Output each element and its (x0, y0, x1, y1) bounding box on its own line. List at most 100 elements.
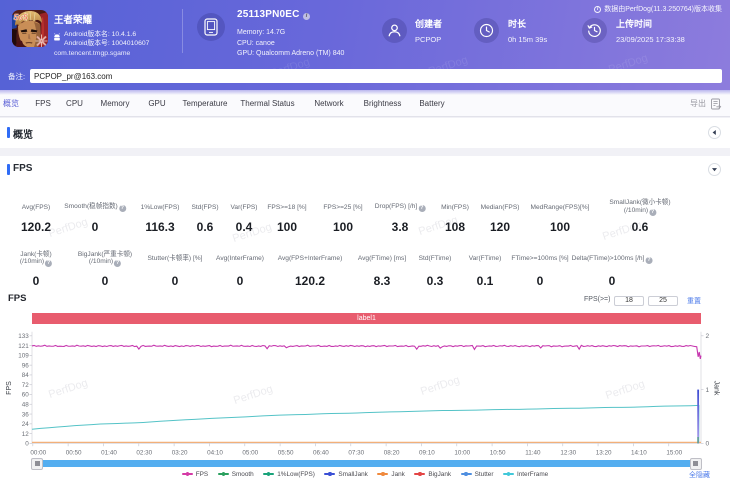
app-version-code-label: Android版本号: (64, 40, 112, 47)
stat-value: 100 (323, 220, 362, 234)
remark-label: 备注: (8, 71, 25, 82)
creator-icon-circle (382, 18, 407, 43)
stat-Median-FPS-: Median(FPS)120 (481, 200, 520, 234)
chart-annotation-band: label1 (32, 313, 701, 325)
stat-value: 0.6 (191, 220, 218, 234)
svg-text:1: 1 (706, 387, 710, 394)
stat-Drop-FPS-h-: Drop(FPS) [/h]?3.8 (375, 200, 426, 234)
legend-label: BigJank (428, 471, 451, 478)
fps-chart[interactable]: 0122436486072849610912113301200:0000:500… (0, 325, 730, 458)
collect-info-text: 数据由PerfDog(11.3.250764)版本收集 (604, 4, 722, 14)
svg-text:07:30: 07:30 (348, 450, 364, 457)
help-icon[interactable]: ? (418, 205, 425, 212)
stat-value: 0.4 (231, 220, 258, 234)
stat-label: FTime>=100ms [%] (511, 251, 568, 267)
report-header: i 数据由PerfDog(11.3.250764)版本收集 (0, 0, 730, 90)
svg-text:04:10: 04:10 (207, 450, 223, 457)
hide-all-link[interactable]: 全隐藏 (689, 470, 710, 480)
upload-icon-circle (582, 18, 607, 43)
legend-item-InterFrame[interactable]: InterFrame (503, 471, 548, 478)
chart-scrollbar[interactable] (32, 460, 701, 467)
nav-tab-CPU[interactable]: CPU (66, 90, 83, 116)
stat-label: FPS>=25 [%] (323, 200, 362, 215)
stat-label: Drop(FPS) [/h]? (375, 200, 426, 215)
stat-FTime>=100ms-%-: FTime>=100ms [%] 0 (511, 251, 568, 288)
export-icon[interactable] (710, 97, 722, 115)
nav-tab-Memory[interactable]: Memory (101, 90, 130, 116)
device-icon-circle (197, 13, 225, 41)
nav-tab-GPU[interactable]: GPU (148, 90, 165, 116)
legend-marker (503, 472, 514, 476)
svg-text:12:30: 12:30 (560, 450, 576, 457)
svg-text:48: 48 (22, 401, 30, 408)
history-clock-icon (587, 23, 602, 38)
help-icon[interactable]: ? (45, 260, 52, 267)
stat-value: 0.1 (469, 274, 502, 288)
stat-BigJank-: BigJank(严重卡顿)(/10min)?0 (78, 251, 132, 288)
stat-label: SmallJank(微小卡顿)(/10min)? (609, 200, 670, 215)
help-icon[interactable]: ? (119, 205, 126, 212)
nav-tab-FPS[interactable]: FPS (35, 90, 51, 116)
scrollbar-right-handle[interactable] (690, 458, 702, 470)
legend-item-Smooth[interactable]: Smooth (218, 471, 254, 478)
legend-item-Jank[interactable]: Jank (377, 471, 405, 478)
nav-tab-Temperature[interactable]: Temperature (183, 90, 228, 116)
stat-value: 0 (511, 274, 568, 288)
legend-item-SmallJank[interactable]: SmallJank (324, 471, 367, 478)
legend-label: FPS (196, 471, 208, 478)
app-package: com.tencent.tmgp.sgame (54, 50, 130, 57)
svg-text:10:50: 10:50 (490, 450, 506, 457)
legend-item-BigJank[interactable]: BigJank (414, 471, 451, 478)
fps-threshold-input-1[interactable] (614, 296, 644, 306)
nav-tab-Battery[interactable]: Battery (419, 90, 444, 116)
nav-tab-Brightness[interactable]: Brightness (364, 90, 402, 116)
legend-item-Stutter[interactable]: Stutter (461, 471, 494, 478)
help-icon[interactable]: ? (645, 257, 652, 264)
stat-Avg-InterFrame-: Avg(InterFrame)0 (216, 251, 264, 288)
creator-value: PCPOP (415, 35, 441, 44)
fps-collapse-button[interactable] (708, 163, 721, 176)
scrollbar-left-handle[interactable] (31, 458, 43, 470)
legend-item-1%Low(FPS)[interactable]: 1%Low(FPS) (263, 471, 315, 478)
export-button[interactable]: 导出 (690, 90, 706, 116)
overview-collapse-button[interactable] (708, 126, 721, 139)
svg-text:5v5: 5v5 (14, 12, 28, 22)
stat-label: Avg(InterFrame) (216, 251, 264, 267)
remark-input[interactable] (30, 69, 722, 83)
stat-value: 120 (481, 220, 520, 234)
stat-value: 108 (441, 220, 469, 234)
stat-value: 0 (148, 274, 203, 288)
fps-accent-bar (7, 164, 10, 175)
nav-tab-Network[interactable]: Network (314, 90, 343, 116)
app-version-code-value: 1004010607 (112, 40, 150, 47)
app-icon: 5v5 (12, 10, 48, 47)
svg-text:12: 12 (22, 431, 30, 438)
stat-value: 120.2 (278, 274, 343, 288)
help-icon[interactable]: ? (114, 260, 121, 267)
nav-tab-概览[interactable]: 概览 (3, 90, 19, 116)
stat-Min-FPS-: Min(FPS)108 (441, 200, 469, 234)
device-info-icon[interactable]: i (303, 13, 310, 20)
overview-section-title: 概览 (13, 126, 33, 141)
svg-text:01:40: 01:40 (101, 450, 117, 457)
stat-Smooth-: Smooth(稳帧指数)?0 (64, 200, 126, 234)
stat-Std-FTime-: Std(FTime)0.3 (419, 251, 452, 288)
svg-text:Jank: Jank (713, 381, 720, 396)
stat-Var-FPS-: Var(FPS)0.4 (231, 200, 258, 234)
stat-value: 8.3 (358, 274, 406, 288)
svg-text:11:40: 11:40 (525, 450, 541, 457)
nav-tab-Thermal Status[interactable]: Thermal Status (240, 90, 294, 116)
fps-threshold-input-2[interactable] (648, 296, 678, 306)
svg-text:133: 133 (18, 333, 29, 340)
header-divider (182, 9, 183, 53)
reset-link[interactable]: 重置 (687, 296, 701, 306)
legend-label: Stutter (475, 471, 494, 478)
svg-text:0: 0 (25, 441, 29, 448)
legend-item-FPS[interactable]: FPS (182, 471, 208, 478)
help-icon[interactable]: ? (649, 209, 656, 216)
series-FPS (32, 345, 701, 359)
stat-SmallJank-: SmallJank(微小卡顿)(/10min)?0.6 (609, 200, 670, 234)
svg-text:05:50: 05:50 (278, 450, 294, 457)
svg-text:00:50: 00:50 (66, 450, 82, 457)
stat-label: Stutter(卡顿率) [%] (148, 251, 203, 267)
